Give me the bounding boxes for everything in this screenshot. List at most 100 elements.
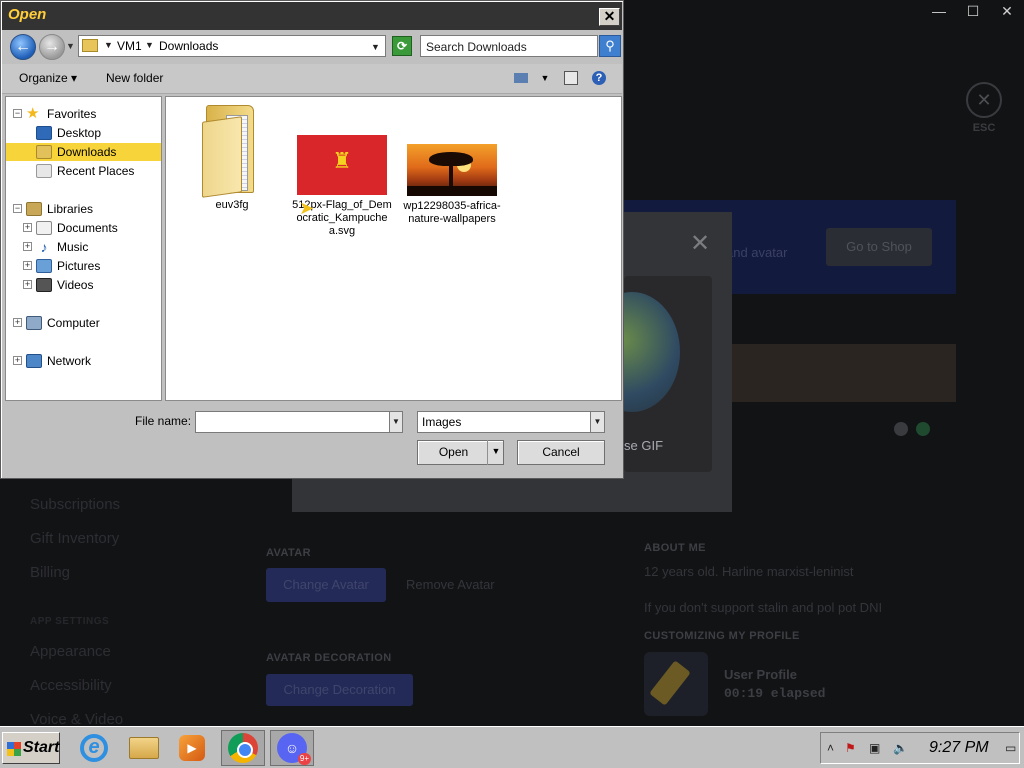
show-hidden-icons-icon[interactable]: ˄ <box>827 741 834 755</box>
sidebar-item-accessibility[interactable]: Accessibility <box>30 677 112 694</box>
help-icon[interactable]: ? <box>592 71 606 85</box>
modal-close-icon[interactable]: ✕ <box>690 232 710 256</box>
file-item-africa-wallpaper[interactable]: wp12298035-africa-nature-wallpapers <box>402 144 502 226</box>
tree-item-downloads[interactable]: Downloads <box>6 143 161 161</box>
new-folder-button[interactable]: New folder <box>106 71 163 85</box>
expand-icon[interactable]: + <box>23 280 32 289</box>
cancel-button[interactable]: Cancel <box>517 440 605 465</box>
view-icon[interactable] <box>514 73 528 83</box>
tree-item-libraries[interactable]: − Libraries <box>6 200 161 218</box>
media-player-icon: ▶ <box>179 735 205 761</box>
expand-icon[interactable]: + <box>23 223 32 232</box>
tree-item-recent-places[interactable]: Recent Places <box>6 162 161 180</box>
refresh-button[interactable]: ⟳ <box>392 36 412 56</box>
esc-label: ESC <box>972 122 996 134</box>
tree-item-music[interactable]: + ♪ Music <box>6 238 161 256</box>
search-input[interactable]: Search Downloads <box>420 35 598 57</box>
file-name-input[interactable] <box>195 411 403 433</box>
minimize-button[interactable]: — <box>922 0 956 24</box>
sidebar-item-subscriptions[interactable]: Subscriptions <box>30 496 120 513</box>
change-avatar-button[interactable]: Change Avatar <box>266 568 386 602</box>
search-icon[interactable]: ⚲ <box>599 35 621 57</box>
breadcrumb-downloads[interactable]: Downloads <box>159 39 218 53</box>
tree-item-documents[interactable]: + Documents <box>6 219 161 237</box>
shop-banner-text: and avatar <box>726 245 788 260</box>
expand-icon[interactable]: + <box>23 261 32 270</box>
start-button[interactable]: Start <box>2 732 60 764</box>
taskbar-media-player[interactable]: ▶ <box>170 730 214 766</box>
breadcrumb-vm1[interactable]: VM1 <box>117 39 142 53</box>
command-toolbar: Organize ▾ New folder ▼ ? <box>2 64 622 94</box>
clock[interactable]: 9:27 PM <box>929 739 989 757</box>
back-button[interactable]: ← <box>10 34 36 60</box>
file-name-dropdown-icon[interactable]: ▼ <box>389 412 402 432</box>
internet-explorer-icon: e <box>80 734 108 762</box>
action-center-icon[interactable]: ⚑ <box>845 741 856 755</box>
expand-icon[interactable]: + <box>13 356 22 365</box>
mouse-cursor-icon: ➤ <box>299 198 315 218</box>
show-desktop-icon[interactable]: ▭ <box>1005 741 1016 755</box>
sidebar-item-billing[interactable]: Billing <box>30 564 70 581</box>
tree-item-favorites[interactable]: − ★ Favorites <box>6 105 161 123</box>
chevron-right-icon[interactable]: ▼ <box>104 40 113 50</box>
esc-close[interactable]: ✕ ESC <box>964 82 1004 134</box>
remove-avatar-button[interactable]: Remove Avatar <box>406 577 495 592</box>
downloads-folder-icon <box>36 145 52 159</box>
dialog-close-button[interactable]: ✕ <box>599 8 620 26</box>
about-me-header: ABOUT ME <box>644 542 706 554</box>
taskbar-file-explorer[interactable] <box>122 730 166 766</box>
taskbar-internet-explorer[interactable]: e <box>72 730 116 766</box>
forward-button[interactable]: → <box>39 34 65 60</box>
tree-item-desktop[interactable]: Desktop <box>6 124 161 142</box>
expand-icon[interactable]: + <box>13 318 22 327</box>
tree-label: Favorites <box>47 107 97 121</box>
tree-label: Network <box>47 354 92 368</box>
taskbar: Start e ▶ ☺ 9+ ˄ ⚑ ▣ 🔈 9:27 PM ▭ <box>0 726 1024 768</box>
expand-icon[interactable]: + <box>23 242 32 251</box>
change-decoration-button[interactable]: Change Decoration <box>266 674 413 706</box>
close-window-button[interactable]: ✕ <box>990 0 1024 24</box>
open-file-dialog: Open ✕ ← → ▼ ▼ VM1 ▼ Downloads ▼ ⟳ Searc… <box>0 0 624 479</box>
chevron-right-icon[interactable]: ▼ <box>145 40 154 50</box>
tree-item-pictures[interactable]: + Pictures <box>6 257 161 275</box>
dialog-title-bar[interactable]: Open ✕ <box>2 2 622 30</box>
computer-icon <box>26 316 42 330</box>
preview-pane-icon[interactable] <box>564 71 578 85</box>
activity-title: User Profile <box>724 667 797 682</box>
sidebar-item-voice-video[interactable]: Voice & Video <box>30 711 123 726</box>
tree-item-computer[interactable]: + Computer <box>6 314 161 332</box>
sidebar-item-appearance[interactable]: Appearance <box>30 643 111 660</box>
file-list-pane[interactable]: euv3fg ♜ 512px-Flag_of_Democratic_Kampuc… <box>165 96 622 401</box>
file-item-flag-image[interactable]: ♜ 512px-Flag_of_Democratic_Kampuchea.svg <box>292 135 392 238</box>
navigation-pane[interactable]: − ★ Favorites Desktop Downloads Recent P… <box>5 96 162 401</box>
history-dropdown-icon[interactable]: ▼ <box>66 41 75 51</box>
go-to-shop-button[interactable]: Go to Shop <box>826 228 932 266</box>
view-dropdown-icon[interactable]: ▼ <box>538 71 552 85</box>
organize-button[interactable]: Organize ▾ <box>19 71 77 85</box>
tree-label: Videos <box>57 278 94 292</box>
taskbar-chrome[interactable] <box>221 730 265 766</box>
address-dropdown-icon[interactable]: ▼ <box>371 42 380 52</box>
taskbar-discord[interactable]: ☺ 9+ <box>270 730 314 766</box>
tree-item-network[interactable]: + Network <box>6 352 161 370</box>
sidebar-section-header: APP SETTINGS <box>30 616 110 627</box>
star-icon: ★ <box>26 105 40 122</box>
maximize-button[interactable]: ☐ <box>956 0 990 24</box>
file-type-select[interactable]: Images <box>417 411 605 433</box>
notification-badge: 9+ <box>297 753 311 765</box>
file-type-dropdown-icon[interactable]: ▼ <box>590 412 604 432</box>
activity-elapsed: 00:19 elapsed <box>724 686 826 701</box>
file-item-folder[interactable]: euv3fg <box>182 105 282 212</box>
badge-icons <box>894 422 930 436</box>
collapse-icon[interactable]: − <box>13 109 22 118</box>
tree-item-videos[interactable]: + Videos <box>6 276 161 294</box>
tree-label: Recent Places <box>57 164 135 178</box>
collapse-icon[interactable]: − <box>13 204 22 213</box>
flag-thumbnail: ♜ <box>297 135 387 195</box>
network-status-icon[interactable]: ▣ <box>869 741 880 755</box>
address-bar[interactable]: ▼ VM1 ▼ Downloads ▼ <box>78 35 386 57</box>
temple-icon: ♜ <box>332 148 352 173</box>
open-options-dropdown-icon[interactable]: ▼ <box>487 440 504 465</box>
volume-muted-icon[interactable]: 🔈 <box>893 741 908 755</box>
sidebar-item-gift-inventory[interactable]: Gift Inventory <box>30 530 119 547</box>
